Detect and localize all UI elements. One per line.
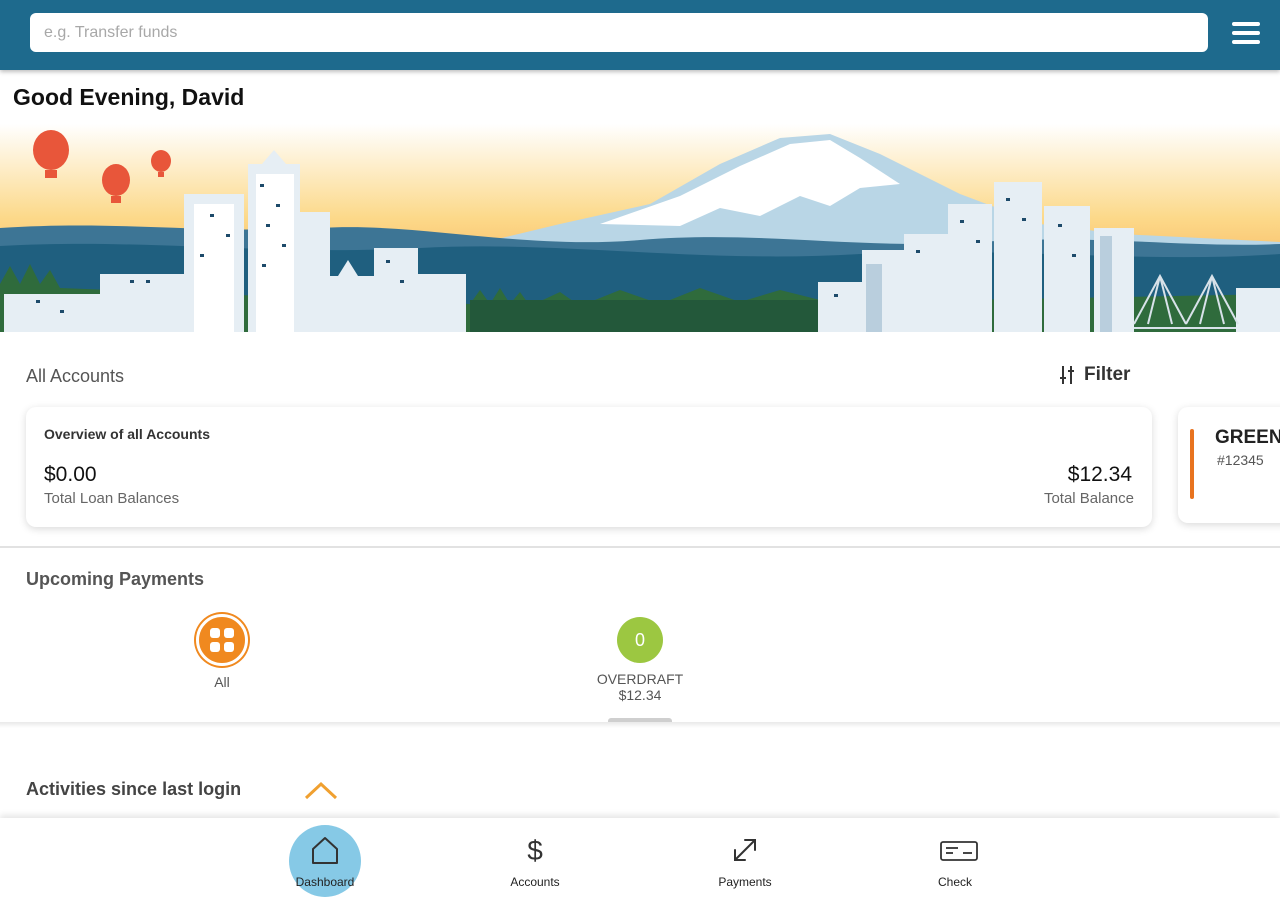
city-skyline-banner bbox=[0, 124, 1280, 332]
nav-payments[interactable]: Payments bbox=[690, 818, 800, 900]
total-loan-label: Total Loan Balances bbox=[44, 490, 180, 507]
home-icon bbox=[312, 837, 338, 864]
bottom-navigation: Dashboard $ Accounts Payments Check bbox=[0, 818, 1280, 900]
sliders-icon bbox=[1060, 366, 1074, 384]
hamburger-menu-icon[interactable] bbox=[1232, 22, 1260, 46]
activities-heading: Activities since last login bbox=[26, 779, 242, 799]
account-number: #12345 bbox=[1217, 452, 1264, 468]
payment-filter-overdraft[interactable]: 0 OVERDRAFT $12.34 bbox=[580, 617, 700, 703]
search-input[interactable] bbox=[30, 13, 1208, 52]
account-color-bar bbox=[1190, 429, 1194, 499]
total-loan-amount: $0.00 bbox=[44, 463, 97, 486]
filter-label: Filter bbox=[1084, 364, 1131, 385]
overdraft-count-badge: 0 bbox=[617, 617, 663, 663]
nav-dashboard[interactable]: Dashboard bbox=[270, 818, 380, 900]
payment-filter-label: All bbox=[214, 674, 230, 690]
nav-label: Check bbox=[937, 875, 972, 889]
total-balance-amount: $12.34 bbox=[1067, 463, 1132, 486]
section-separator bbox=[0, 722, 1280, 728]
all-accounts-heading: All Accounts bbox=[26, 366, 125, 386]
account-name: GREEN bbox=[1215, 427, 1280, 448]
nav-label: Dashboard bbox=[295, 875, 355, 889]
greeting-title: Good Evening, David bbox=[13, 84, 245, 110]
dollar-icon: $ bbox=[527, 835, 543, 866]
payment-filter-label: OVERDRAFT bbox=[596, 671, 684, 687]
top-bar bbox=[0, 0, 1280, 70]
upcoming-payments-heading: Upcoming Payments bbox=[26, 569, 205, 589]
nav-accounts[interactable]: $ Accounts bbox=[480, 818, 590, 900]
nav-check[interactable]: Check bbox=[900, 818, 1010, 900]
nav-label: Payments bbox=[718, 875, 772, 889]
payment-filter-all[interactable]: All bbox=[172, 614, 272, 690]
section-divider bbox=[0, 546, 1280, 548]
account-card-green[interactable]: GREEN #12345 bbox=[1178, 407, 1280, 523]
accounts-overview-card[interactable]: Overview of all Accounts $0.00 Total Loa… bbox=[26, 407, 1152, 527]
filter-button[interactable]: Filter bbox=[1058, 364, 1130, 386]
chevron-up-icon[interactable] bbox=[304, 780, 338, 800]
grid-icon bbox=[196, 614, 248, 666]
overview-card-title: Overview of all Accounts bbox=[44, 426, 210, 442]
transfer-arrows-icon bbox=[734, 839, 756, 861]
nav-label: Accounts bbox=[510, 875, 560, 889]
check-icon bbox=[940, 841, 978, 861]
total-balance-label: Total Balance bbox=[1043, 490, 1134, 507]
svg-text:$: $ bbox=[527, 835, 543, 866]
payment-amount: $12.34 bbox=[618, 687, 662, 703]
